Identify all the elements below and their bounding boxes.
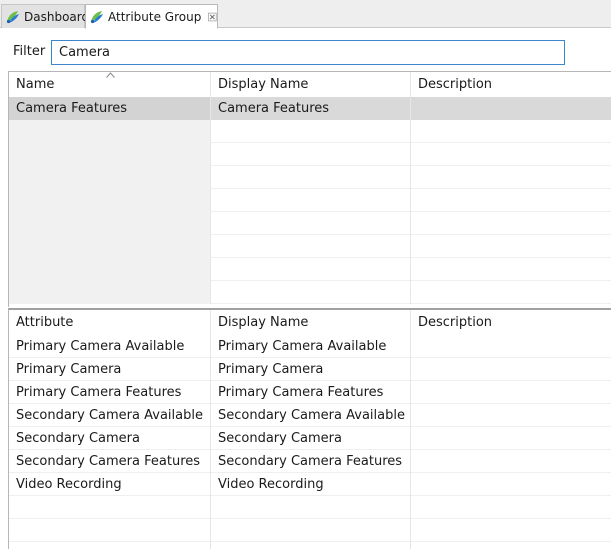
column-header-label: Attribute [16, 315, 74, 330]
column-header-label: Description [418, 77, 493, 92]
cell-display-name: Camera Features [211, 97, 411, 120]
cell-name: Camera Features [9, 97, 211, 120]
tab-label: Dashboard [24, 9, 90, 24]
empty-row [9, 519, 611, 542]
cell-description [411, 97, 611, 120]
table-row[interactable]: Primary Camera Primary Camera [9, 358, 611, 381]
cell-display-name: Secondary Camera [211, 427, 411, 450]
app-icon [6, 10, 19, 23]
filter-row: Filter [0, 29, 611, 69]
empty-row [9, 166, 611, 189]
table-header: Attribute Display Name Description [9, 310, 611, 335]
table-row[interactable]: Primary Camera Available Primary Camera … [9, 335, 611, 358]
cell-display-name: Secondary Camera Available [211, 404, 411, 427]
cell-display-name: Primary Camera [211, 358, 411, 381]
empty-row [9, 120, 611, 143]
empty-row [9, 496, 611, 519]
cell-description [411, 473, 611, 496]
table-row[interactable]: Video Recording Video Recording [9, 473, 611, 496]
tab-dashboard[interactable]: Dashboard [1, 4, 89, 28]
empty-row [9, 542, 611, 549]
table-row[interactable]: Camera Features Camera Features [9, 97, 611, 120]
column-header-label: Display Name [218, 315, 309, 330]
table-row[interactable]: Secondary Camera Features Secondary Came… [9, 450, 611, 473]
cell-attribute: Primary Camera Features [9, 381, 211, 404]
tab-attribute-group[interactable]: Attribute Group [85, 4, 218, 29]
empty-row [9, 258, 611, 281]
table-row[interactable]: Secondary Camera Available Secondary Cam… [9, 404, 611, 427]
column-header-label: Display Name [218, 77, 309, 92]
column-header-description[interactable]: Description [411, 72, 611, 97]
cell-description [411, 335, 611, 358]
column-header-attribute[interactable]: Attribute [9, 310, 211, 335]
table-header: Name Display Name Description [9, 72, 611, 97]
cell-display-name: Video Recording [211, 473, 411, 496]
empty-row [9, 143, 611, 166]
sort-ascending-icon [106, 72, 115, 78]
column-header-display-name[interactable]: Display Name [211, 310, 411, 335]
cell-description [411, 358, 611, 381]
attributes-table: Attribute Display Name Description Prima… [8, 308, 611, 549]
app-icon [90, 10, 103, 23]
table-row[interactable]: Secondary Camera Secondary Camera [9, 427, 611, 450]
column-header-display-name[interactable]: Display Name [211, 72, 411, 97]
cell-attribute: Secondary Camera Available [9, 404, 211, 427]
column-header-name[interactable]: Name [9, 72, 211, 97]
filter-input[interactable] [51, 40, 565, 65]
column-header-label: Name [16, 77, 55, 92]
cell-attribute: Primary Camera [9, 358, 211, 381]
empty-row [9, 212, 611, 235]
filter-label: Filter [13, 44, 46, 59]
cell-attribute: Secondary Camera Features [9, 450, 211, 473]
empty-row [9, 281, 611, 304]
cell-description [411, 427, 611, 450]
cell-description [411, 450, 611, 473]
column-header-label: Description [418, 315, 493, 330]
cell-attribute: Primary Camera Available [9, 335, 211, 358]
column-header-description[interactable]: Description [411, 310, 611, 335]
cell-display-name: Primary Camera Features [211, 381, 411, 404]
empty-row [9, 189, 611, 212]
table-row[interactable]: Primary Camera Features Primary Camera F… [9, 381, 611, 404]
editor-tab-bar: Dashboard Attribute Group [0, 0, 611, 29]
cell-description [411, 404, 611, 427]
cell-display-name: Primary Camera Available [211, 335, 411, 358]
close-icon[interactable] [208, 12, 217, 22]
cell-display-name: Secondary Camera Features [211, 450, 411, 473]
cell-description [411, 381, 611, 404]
cell-attribute: Secondary Camera [9, 427, 211, 450]
attribute-group-table: Name Display Name Description Camera Fea… [8, 71, 611, 307]
empty-row [9, 235, 611, 258]
tab-label: Attribute Group [108, 9, 202, 24]
cell-attribute: Video Recording [9, 473, 211, 496]
